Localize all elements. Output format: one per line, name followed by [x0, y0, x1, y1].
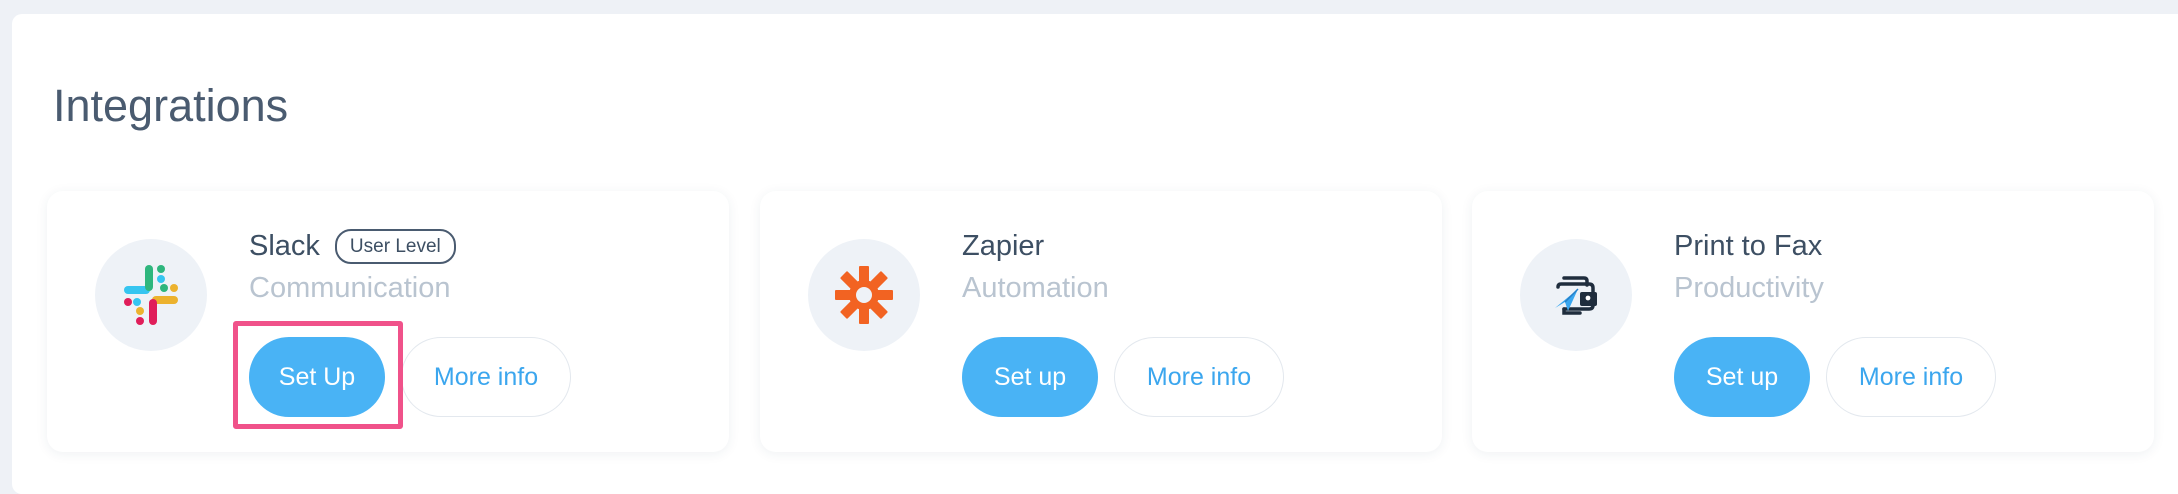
card-name: Print to Fax — [1674, 230, 1823, 262]
card-title: Zapier — [962, 226, 1044, 266]
print-to-fax-more-info-button[interactable]: More info — [1826, 337, 1996, 417]
section-title: Integrations — [53, 80, 289, 131]
slack-more-info-button[interactable]: More info — [401, 337, 571, 417]
user-level-badge: User Level — [334, 228, 456, 264]
integration-card-slack: Slack User Level Communication Set Up Mo… — [47, 191, 729, 452]
card-category: Productivity — [1674, 272, 1824, 304]
card-title: Print to Fax — [1674, 226, 1822, 266]
zapier-more-info-button[interactable]: More info — [1114, 337, 1284, 417]
zapier-logo-icon — [808, 239, 920, 351]
card-name: Zapier — [962, 230, 1045, 262]
card-name: Slack — [249, 230, 320, 262]
zapier-setup-button[interactable]: Set up — [962, 337, 1098, 417]
card-title: Slack User Level — [249, 226, 456, 266]
integration-card-zapier: Zapier Automation Set up More info — [760, 191, 1442, 452]
slack-logo-icon — [95, 239, 207, 351]
card-category: Automation — [962, 272, 1109, 304]
slack-setup-button[interactable]: Set Up — [249, 337, 385, 417]
print-to-fax-icon — [1520, 239, 1632, 351]
card-category: Communication — [249, 272, 451, 304]
print-to-fax-setup-button[interactable]: Set up — [1674, 337, 1810, 417]
integration-card-print-to-fax: Print to Fax Productivity Set up More in… — [1472, 191, 2154, 452]
